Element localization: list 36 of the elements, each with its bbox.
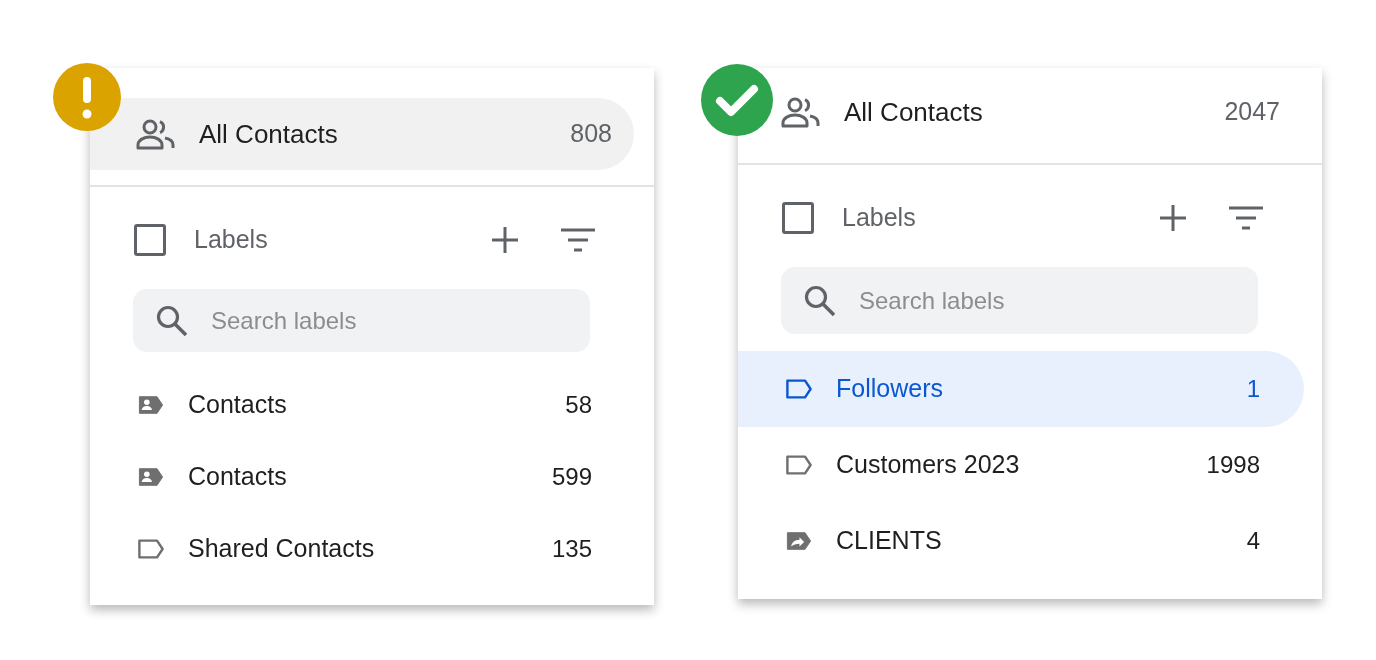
filter-icon[interactable]	[1228, 205, 1264, 231]
label-item[interactable]: Customers 2023 1998	[738, 427, 1304, 503]
labels-checkbox[interactable]	[134, 224, 166, 256]
add-icon[interactable]	[1158, 203, 1188, 233]
label-name: Contacts	[188, 461, 288, 493]
filter-icon[interactable]	[560, 227, 596, 253]
search-field[interactable]: Search labels	[133, 289, 590, 352]
label-count: 135	[551, 534, 592, 564]
label-item[interactable]: Shared Contacts 135	[90, 513, 636, 585]
all-contacts-count: 808	[570, 118, 612, 150]
label-count: 1998	[1206, 450, 1260, 480]
label-item[interactable]: Contacts 58	[90, 369, 636, 441]
people-icon	[135, 117, 177, 151]
label-count: 58	[565, 390, 592, 420]
all-contacts-count: 2047	[1224, 96, 1280, 128]
all-contacts-label: All Contacts	[199, 117, 339, 151]
label-name: Contacts	[188, 389, 288, 421]
label-item[interactable]: Contacts 599	[90, 441, 636, 513]
labels-heading: Labels	[194, 224, 269, 256]
all-contacts-item[interactable]: All Contacts 2047	[776, 76, 1302, 148]
label-name: Followers	[836, 373, 944, 405]
label-count: 599	[551, 462, 592, 492]
labels-checkbox[interactable]	[782, 202, 814, 234]
all-contacts-item[interactable]: All Contacts 808	[90, 98, 634, 170]
label-item[interactable]: Followers 1	[738, 351, 1304, 427]
labels-heading: Labels	[842, 202, 917, 234]
label-item[interactable]: CLIENTS 4	[738, 503, 1304, 579]
add-icon[interactable]	[490, 225, 520, 255]
label-name: Shared Contacts	[188, 533, 376, 565]
label-name: Customers 2023	[836, 449, 1021, 481]
people-icon	[780, 95, 822, 129]
label-count: 1	[1246, 374, 1260, 404]
label-count: 4	[1246, 526, 1260, 556]
all-contacts-label: All Contacts	[844, 95, 984, 129]
label-name: CLIENTS	[836, 525, 943, 557]
search-field[interactable]: Search labels	[781, 267, 1258, 334]
